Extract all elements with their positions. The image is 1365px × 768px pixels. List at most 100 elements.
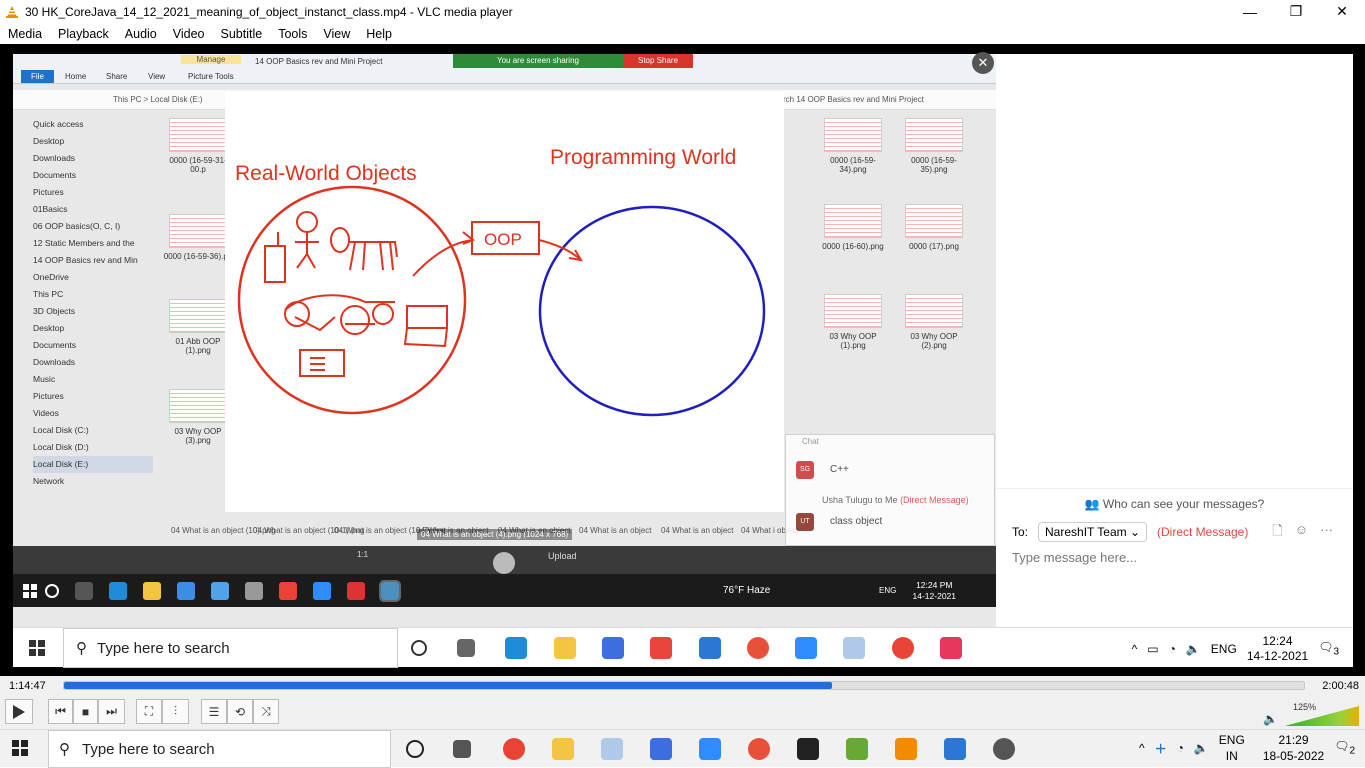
whiteboard: Real-World Objects Programming World OOP xyxy=(225,92,784,512)
file-icon[interactable]: 🗋 xyxy=(1272,522,1282,544)
chevron-up-icon[interactable]: ^ xyxy=(1139,741,1145,755)
elapsed-time: 1:14:47 xyxy=(9,680,46,692)
task-view-icon[interactable] xyxy=(453,740,471,758)
menu-subtitle[interactable]: Subtitle xyxy=(221,27,263,41)
volume-slider[interactable]: 🔈 125% xyxy=(1263,702,1359,726)
settings-icon[interactable] xyxy=(993,738,1015,760)
emoji-icon[interactable]: ☺ xyxy=(1295,522,1308,544)
nav-item: Pictures xyxy=(33,391,64,401)
sticky-notes-icon[interactable] xyxy=(797,738,819,760)
record-icon[interactable] xyxy=(748,738,770,760)
windows-start-icon xyxy=(23,583,37,598)
nav-item: 14 OOP Basics rev and Min xyxy=(33,255,138,265)
ribbon-tab-picture-tools: Picture Tools xyxy=(188,72,234,81)
menu-view[interactable]: View xyxy=(323,27,350,41)
playlist-button[interactable]: ☰ xyxy=(201,699,227,724)
input-language[interactable]: ENG IN xyxy=(1219,732,1245,764)
clock[interactable]: 21:29 18-05-2022 xyxy=(1263,732,1324,764)
windows-start-icon xyxy=(29,640,45,656)
editor-icon[interactable] xyxy=(846,738,868,760)
notification-icon[interactable]: 🗨2 xyxy=(1334,739,1355,756)
cortana-icon[interactable] xyxy=(406,740,424,758)
video-frame[interactable]: File Home Share View Picture Tools Manag… xyxy=(0,44,1365,676)
recipient-row: To: NareshIT Team ⌄ (Direct Message) xyxy=(1012,522,1248,542)
windows-start-button[interactable] xyxy=(12,740,28,756)
nav-item: This PC xyxy=(33,289,64,299)
chat-actions: 🗋 ☺ ··· xyxy=(1272,522,1333,544)
menu-playback[interactable]: Playback xyxy=(58,27,109,41)
recipient-select[interactable]: NareshIT Team ⌄ xyxy=(1038,522,1147,542)
viewer-play-icon xyxy=(493,552,515,574)
close-share-icon[interactable]: ✕ xyxy=(972,52,994,74)
menu-media[interactable]: Media xyxy=(8,27,42,41)
inner-chat-window: Chat SG C++ Usha Tulugu to Me (Direct Me… xyxy=(785,434,995,546)
store-icon xyxy=(177,581,195,600)
plus-icon[interactable]: ＋ xyxy=(1155,740,1167,757)
chrome-icon xyxy=(892,637,914,659)
store-icon xyxy=(602,637,624,659)
control-bar: ⏮ ■ ⏭ ⛶ ⫶ ☰ ⟲ ⤨ 🔈 125% xyxy=(0,696,1365,729)
seek-slider[interactable] xyxy=(63,681,1305,690)
close-button[interactable]: ✕ xyxy=(1319,0,1365,23)
mail-icon xyxy=(211,581,229,600)
weather-widget: 76°F Haze xyxy=(723,585,771,596)
search-icon: ⚲ xyxy=(76,640,87,657)
vlc-icon[interactable] xyxy=(895,738,917,760)
record-icon xyxy=(747,637,769,659)
ribbon-tab-home: Home xyxy=(65,72,87,81)
ribbon-tab-file: File xyxy=(21,70,54,83)
menu-video[interactable]: Video xyxy=(173,27,205,41)
notification-icon: 🗨3 xyxy=(1318,640,1339,658)
chat-sender: Usha Tulugu to Me (Direct Message) xyxy=(822,495,969,505)
more-icon[interactable]: ··· xyxy=(1320,522,1333,544)
avatar: UT xyxy=(796,513,814,531)
avatar: SG xyxy=(796,461,814,479)
file-thumb: 0000 (16-59-31-00.p xyxy=(163,118,233,174)
loop-button[interactable]: ⟲ xyxy=(227,699,253,724)
maximize-button[interactable]: ❐ xyxy=(1273,0,1319,23)
menu-help[interactable]: Help xyxy=(366,27,392,41)
volume-bar xyxy=(1285,706,1359,726)
nav-item: Music xyxy=(33,374,56,384)
system-tray: ^ ＋ ◔ 🔈 ENG IN 21:29 18-05-2022 🗨2 xyxy=(1139,732,1355,764)
folder-icon[interactable] xyxy=(552,738,574,760)
extended-settings-button[interactable]: ⫶ xyxy=(162,699,189,724)
zoom-icon[interactable] xyxy=(699,738,721,760)
photos-icon[interactable] xyxy=(944,738,966,760)
chrome-icon xyxy=(279,581,297,600)
next-button[interactable]: ⏭ xyxy=(98,699,125,724)
minimize-button[interactable]: — xyxy=(1227,0,1273,23)
menu-audio[interactable]: Audio xyxy=(125,27,157,41)
chat-message: C++ xyxy=(830,464,849,475)
file-thumb: 0000 (16-59-36).pn xyxy=(163,214,233,261)
nav-item: Pictures xyxy=(33,187,64,197)
snip-icon xyxy=(245,581,263,600)
wifi-icon[interactable]: ◔ xyxy=(1177,741,1184,755)
manage-label: Manage xyxy=(181,55,241,64)
address-path: This PC > Local Disk (E:) xyxy=(113,95,203,104)
snip-icon[interactable] xyxy=(601,738,623,760)
ribbon-tab-view: View xyxy=(148,72,166,81)
speaker-icon[interactable]: 🔈 xyxy=(1194,741,1209,755)
previous-button[interactable]: ⏮ xyxy=(48,699,73,724)
nav-item: 06 OOP basics(O, C, I) xyxy=(33,221,121,231)
nav-item: OneDrive xyxy=(33,272,69,282)
programming-world-title: Programming World xyxy=(550,146,736,169)
chrome-icon[interactable] xyxy=(503,738,525,760)
nav-item: Videos xyxy=(33,408,59,418)
shuffle-button[interactable]: ⤨ xyxy=(253,699,279,724)
play-button[interactable] xyxy=(5,699,33,724)
stop-button[interactable]: ■ xyxy=(73,699,98,724)
taskbar-search[interactable]: ⚲ Type here to search xyxy=(48,730,391,768)
file-thumb: 03 Why OOP (3).png xyxy=(163,389,233,445)
file-thumb: 03 Why OOP (1).png xyxy=(818,294,888,350)
message-input[interactable]: Type message here... xyxy=(1012,550,1137,565)
menu-tools[interactable]: Tools xyxy=(278,27,307,41)
nav-item: Local Disk (D:) xyxy=(33,442,89,452)
who-can-see-link[interactable]: 👥 Who can see your messages? xyxy=(996,488,1353,511)
play-icon xyxy=(13,704,25,719)
next-icon: ⏭ xyxy=(106,704,117,718)
store-icon[interactable] xyxy=(650,738,672,760)
fullscreen-button[interactable]: ⛶ xyxy=(136,699,162,724)
file-thumb: 0000 (16-59-35).png xyxy=(899,118,969,174)
